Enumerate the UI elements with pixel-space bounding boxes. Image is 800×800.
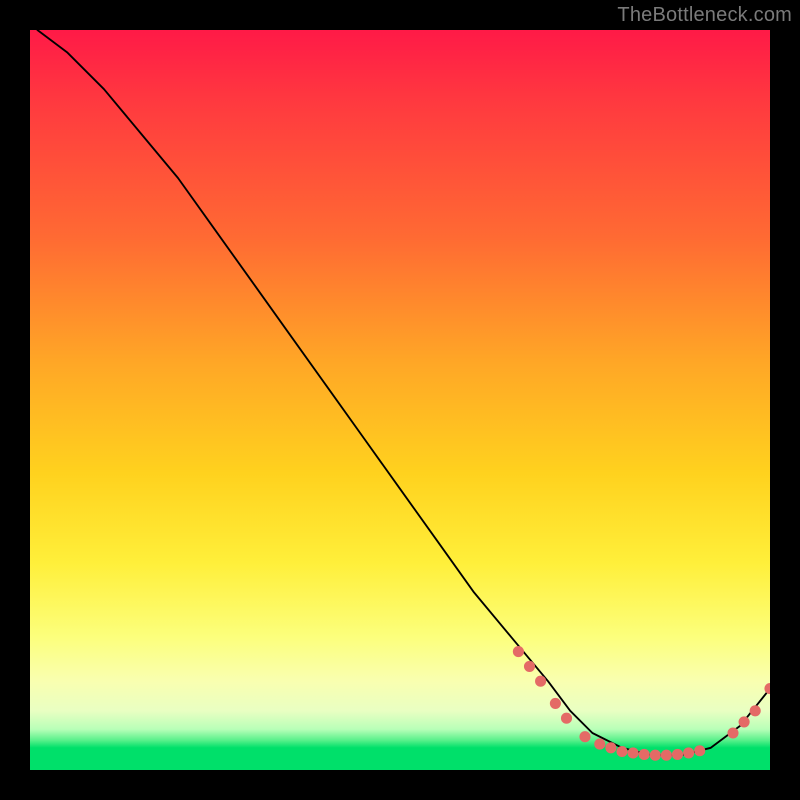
watermark-text: TheBottleneck.com [617, 4, 792, 27]
highlight-dot [579, 731, 590, 742]
highlight-dot [605, 742, 616, 753]
highlight-dot [550, 698, 561, 709]
highlight-dot [616, 746, 627, 757]
highlight-dot [694, 745, 705, 756]
highlight-dot [661, 750, 672, 761]
highlight-dot [764, 683, 770, 694]
highlight-dot [561, 713, 572, 724]
highlight-dot [739, 716, 750, 727]
highlight-dot [727, 727, 738, 738]
highlight-dots [513, 646, 770, 761]
highlight-dot [683, 747, 694, 758]
highlight-dot [535, 676, 546, 687]
highlight-dot [639, 749, 650, 760]
plot-area [30, 30, 770, 770]
stage: TheBottleneck.com [0, 0, 800, 800]
highlight-dot [628, 747, 639, 758]
chart-svg [30, 30, 770, 770]
highlight-dot [524, 661, 535, 672]
highlight-dot [750, 705, 761, 716]
highlight-dot [513, 646, 524, 657]
highlight-dot [650, 750, 661, 761]
highlight-dot [594, 739, 605, 750]
highlight-dot [672, 749, 683, 760]
bottleneck-curve [37, 30, 770, 755]
